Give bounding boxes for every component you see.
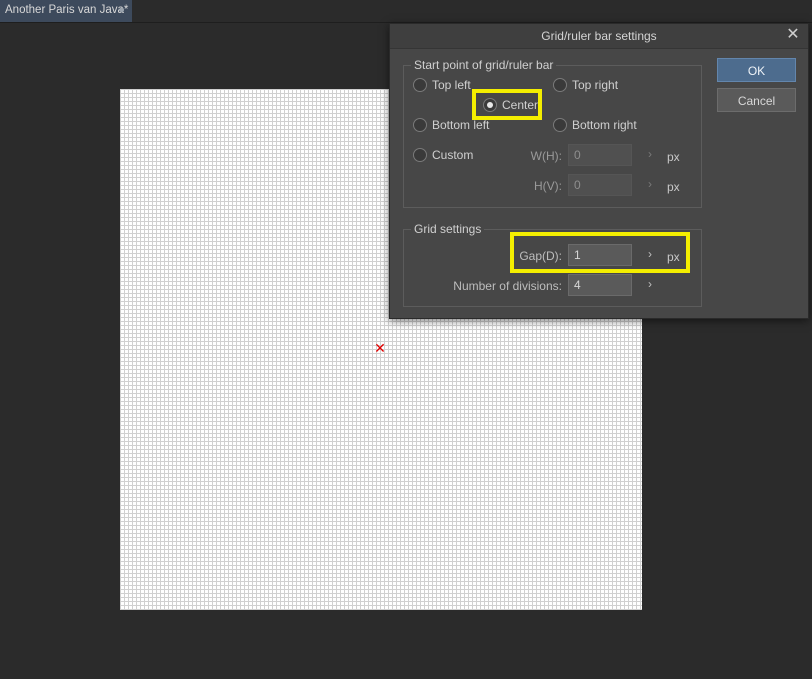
radio-top-right-circle[interactable] [553, 78, 567, 92]
app-window: Another Paris van Java* ● ✕ Grid/ruler b… [0, 0, 812, 679]
radio-custom-circle[interactable] [413, 148, 427, 162]
grid-settings-group-label: Grid settings [411, 222, 485, 236]
radio-bottom-right[interactable]: Bottom right [553, 118, 637, 132]
gap-chevron-icon[interactable]: › [643, 247, 657, 263]
gap-input[interactable] [568, 244, 632, 266]
h-offset-input[interactable] [568, 174, 632, 196]
radio-center-circle[interactable] [483, 98, 497, 112]
w-unit-label: px [667, 150, 680, 164]
w-offset-input[interactable] [568, 144, 632, 166]
radio-top-left[interactable]: Top left [413, 78, 471, 92]
h-field-label: H(V): [534, 179, 562, 193]
radio-top-left-label: Top left [432, 78, 471, 92]
gap-field-label: Gap(D): [519, 249, 562, 263]
start-point-group-label: Start point of grid/ruler bar [411, 58, 557, 72]
divisions-field-label: Number of divisions: [453, 279, 562, 293]
radio-bottom-right-label: Bottom right [572, 118, 637, 132]
cancel-button[interactable]: Cancel [717, 88, 796, 112]
w-chevron-icon[interactable]: › [643, 147, 657, 163]
radio-top-right[interactable]: Top right [553, 78, 618, 92]
h-chevron-icon[interactable]: › [643, 177, 657, 193]
radio-custom-label: Custom [432, 148, 474, 162]
w-field-label: W(H): [530, 149, 562, 163]
grid-ruler-settings-dialog: Grid/ruler bar settings ✕ Start point of… [389, 23, 809, 319]
document-tab[interactable]: Another Paris van Java* ● [0, 0, 132, 22]
gap-unit-label: px [667, 250, 680, 264]
radio-bottom-left-circle[interactable] [413, 118, 427, 132]
unsaved-dot-icon[interactable]: ● [118, 4, 125, 16]
radio-bottom-left[interactable]: Bottom left [413, 118, 489, 132]
close-icon[interactable]: ✕ [784, 26, 802, 44]
document-tab-bar: Another Paris van Java* ● [0, 0, 812, 23]
radio-center-label: Center [502, 98, 539, 112]
dialog-titlebar[interactable]: Grid/ruler bar settings ✕ [390, 24, 808, 49]
grid-settings-group: Grid settings [403, 222, 702, 307]
radio-top-right-label: Top right [572, 78, 619, 92]
divisions-input[interactable] [568, 274, 632, 296]
radio-center[interactable]: Center [483, 98, 538, 112]
canvas-center-mark-icon: ✕ [374, 340, 386, 356]
radio-bottom-right-circle[interactable] [553, 118, 567, 132]
ok-button[interactable]: OK [717, 58, 796, 82]
document-tab-label: Another Paris van Java* [5, 4, 129, 16]
radio-bottom-left-label: Bottom left [432, 118, 490, 132]
h-unit-label: px [667, 180, 680, 194]
divisions-chevron-icon[interactable]: › [643, 277, 657, 293]
radio-top-left-circle[interactable] [413, 78, 427, 92]
dialog-title: Grid/ruler bar settings [541, 29, 657, 43]
radio-custom[interactable]: Custom [413, 148, 473, 162]
